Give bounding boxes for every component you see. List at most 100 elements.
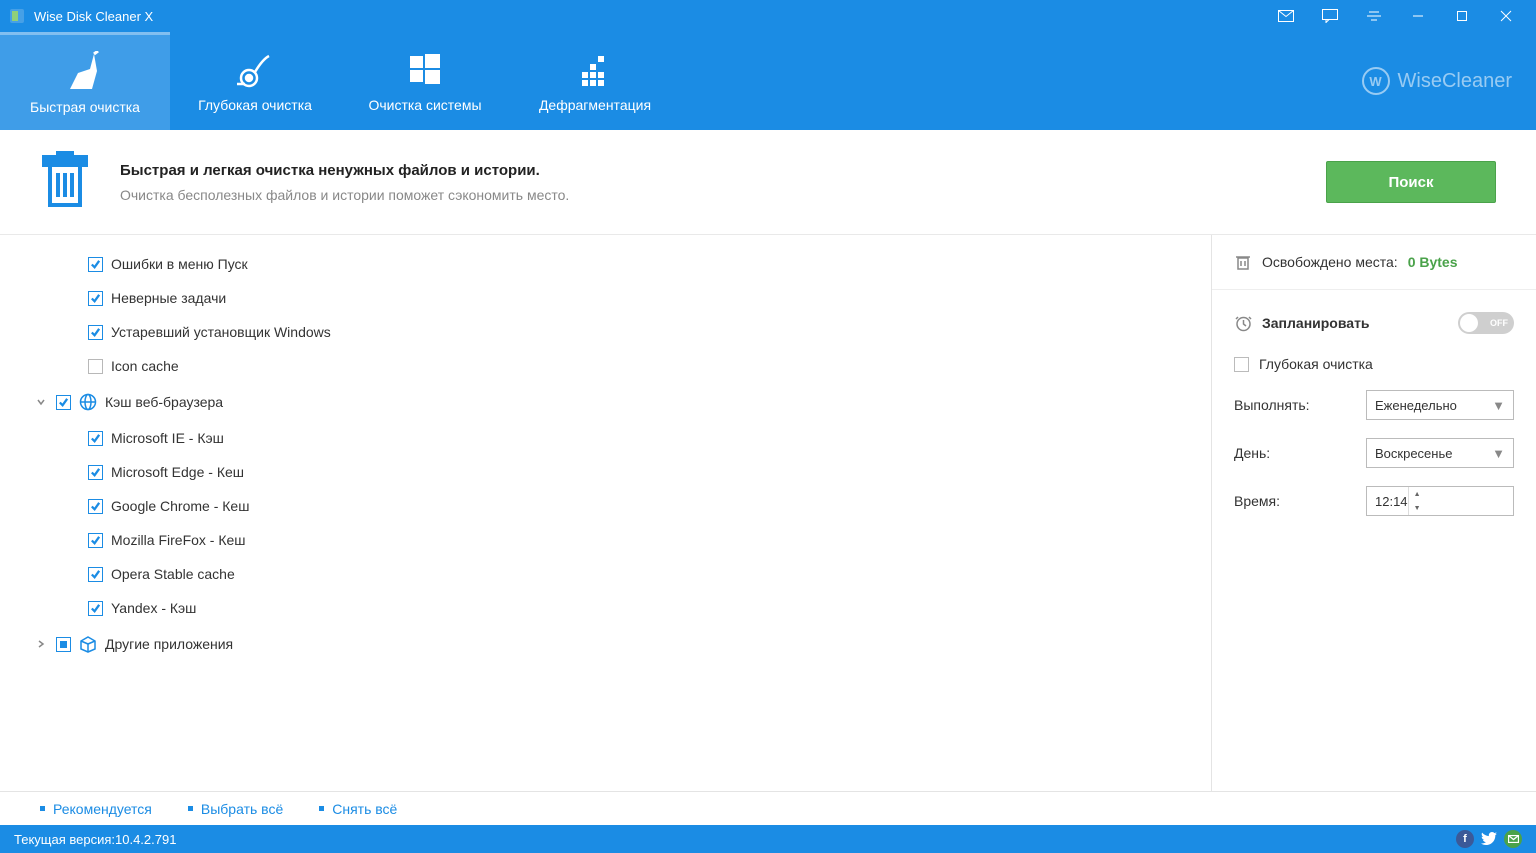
headline-subtitle: Очистка бесполезных файлов и истории пом… bbox=[120, 187, 1296, 203]
tree-item-label: Ошибки в меню Пуск bbox=[111, 256, 248, 272]
run-value: Еженедельно bbox=[1375, 398, 1457, 413]
maximize-button[interactable] bbox=[1440, 0, 1484, 32]
action-label: Выбрать всё bbox=[201, 801, 283, 817]
schedule-row: Запланировать OFF bbox=[1234, 312, 1514, 334]
tree-item-label: Icon cache bbox=[111, 358, 179, 374]
brand-text: WiseCleaner bbox=[1398, 70, 1512, 93]
tree-category-label: Кэш веб-браузера bbox=[105, 394, 223, 410]
minimize-button[interactable] bbox=[1396, 0, 1440, 32]
headline-title: Быстрая и легкая очистка ненужных файлов… bbox=[120, 162, 1296, 179]
email-icon[interactable] bbox=[1504, 830, 1522, 848]
tree-item[interactable]: Mozilla FireFox - Кеш bbox=[88, 523, 1191, 557]
tree-item[interactable]: Устаревший установщик Windows bbox=[88, 315, 1191, 349]
defrag-icon bbox=[578, 49, 612, 89]
run-row: Выполнять: Еженедельно ▼ bbox=[1234, 390, 1514, 420]
windows-icon bbox=[408, 49, 442, 89]
run-label: Выполнять: bbox=[1234, 397, 1366, 413]
tree-category-label: Другие приложения bbox=[105, 636, 233, 652]
tree-item-label: Неверные задачи bbox=[111, 290, 226, 306]
schedule-label: Запланировать bbox=[1262, 315, 1370, 331]
deep-clean-row[interactable]: Глубокая очистка bbox=[1234, 356, 1514, 372]
checkbox[interactable] bbox=[88, 359, 103, 374]
tree-category-browser[interactable]: Кэш веб-браузера bbox=[34, 383, 1191, 421]
tree-item[interactable]: Yandex - Кэш bbox=[88, 591, 1191, 625]
checkbox-mixed[interactable] bbox=[56, 637, 71, 652]
tree-category-other[interactable]: Другие приложения bbox=[34, 625, 1191, 663]
spin-up-icon[interactable]: ▲ bbox=[1409, 487, 1426, 501]
freed-row: Освобождено места: 0 Bytes bbox=[1234, 253, 1514, 271]
mail-icon[interactable] bbox=[1264, 0, 1308, 32]
checkbox[interactable] bbox=[88, 533, 103, 548]
tab-defrag[interactable]: Дефрагментация bbox=[510, 32, 680, 130]
checkbox[interactable] bbox=[88, 257, 103, 272]
close-button[interactable] bbox=[1484, 0, 1528, 32]
day-select[interactable]: Воскресенье ▼ bbox=[1366, 438, 1514, 468]
chevron-down-icon[interactable] bbox=[34, 397, 48, 407]
day-value: Воскресенье bbox=[1375, 446, 1452, 461]
search-button[interactable]: Поиск bbox=[1326, 161, 1496, 203]
caret-down-icon: ▼ bbox=[1492, 446, 1505, 461]
checkbox[interactable] bbox=[88, 465, 103, 480]
toggle-knob bbox=[1460, 314, 1478, 332]
brand-icon: W bbox=[1362, 67, 1390, 95]
checkbox[interactable] bbox=[88, 567, 103, 582]
action-label: Снять всё bbox=[332, 801, 397, 817]
brand-logo[interactable]: W WiseCleaner bbox=[1362, 32, 1524, 130]
tree-item[interactable]: Microsoft Edge - Кеш bbox=[88, 455, 1191, 489]
clock-icon bbox=[1234, 315, 1252, 332]
checkbox[interactable] bbox=[88, 499, 103, 514]
status-bar: Текущая версия: 10.4.2.791 f bbox=[0, 825, 1536, 853]
spin-down-icon[interactable]: ▼ bbox=[1409, 501, 1426, 515]
globe-icon bbox=[79, 393, 97, 411]
version-value: 10.4.2.791 bbox=[115, 832, 176, 847]
tree-item-label: Microsoft IE - Кэш bbox=[111, 430, 224, 446]
tree-item[interactable]: Opera Stable cache bbox=[88, 557, 1191, 591]
tree-item-label: Microsoft Edge - Кеш bbox=[111, 464, 244, 480]
app-title: Wise Disk Cleaner X bbox=[34, 9, 153, 24]
action-recommended[interactable]: Рекомендуется bbox=[40, 801, 152, 817]
title-bar: Wise Disk Cleaner X bbox=[0, 0, 1536, 32]
trash-icon bbox=[40, 151, 90, 214]
checkbox[interactable] bbox=[56, 395, 71, 410]
checkbox[interactable] bbox=[88, 601, 103, 616]
checkbox[interactable] bbox=[88, 325, 103, 340]
menu-icon[interactable] bbox=[1352, 0, 1396, 32]
bottom-actions: Рекомендуется Выбрать всё Снять всё bbox=[0, 791, 1536, 825]
tree-item[interactable]: Microsoft IE - Кэш bbox=[88, 421, 1191, 455]
facebook-icon[interactable]: f bbox=[1456, 830, 1474, 848]
social-links: f bbox=[1456, 830, 1522, 848]
day-label: День: bbox=[1234, 445, 1366, 461]
tab-deep-clean[interactable]: Глубокая очистка bbox=[170, 32, 340, 130]
main-area: Ошибки в меню Пуск Неверные задачи Устар… bbox=[0, 235, 1536, 791]
tree-item[interactable]: Неверные задачи bbox=[88, 281, 1191, 315]
chevron-right-icon[interactable] bbox=[34, 639, 48, 649]
action-deselect-all[interactable]: Снять всё bbox=[319, 801, 397, 817]
run-select[interactable]: Еженедельно ▼ bbox=[1366, 390, 1514, 420]
tab-quick-clean[interactable]: Быстрая очистка bbox=[0, 32, 170, 130]
headline-area: Быстрая и легкая очистка ненужных файлов… bbox=[0, 130, 1536, 235]
schedule-toggle[interactable]: OFF bbox=[1458, 312, 1514, 334]
checkbox[interactable] bbox=[88, 431, 103, 446]
tab-label: Дефрагментация bbox=[539, 97, 651, 113]
twitter-icon[interactable] bbox=[1480, 830, 1498, 848]
checkbox[interactable] bbox=[88, 291, 103, 306]
tree-item[interactable]: Ошибки в меню Пуск bbox=[88, 247, 1191, 281]
box-icon bbox=[79, 635, 97, 653]
tab-label: Очистка системы bbox=[368, 97, 481, 113]
tab-system-clean[interactable]: Очистка системы bbox=[340, 32, 510, 130]
day-row: День: Воскресенье ▼ bbox=[1234, 438, 1514, 468]
tree-panel[interactable]: Ошибки в меню Пуск Неверные задачи Устар… bbox=[0, 235, 1212, 791]
tree-item[interactable]: Google Chrome - Кеш bbox=[88, 489, 1191, 523]
trash-small-icon bbox=[1234, 253, 1252, 271]
feedback-icon[interactable] bbox=[1308, 0, 1352, 32]
tab-label: Глубокая очистка bbox=[198, 97, 312, 113]
version-label: Текущая версия: bbox=[14, 832, 115, 847]
tree-item[interactable]: Icon cache bbox=[88, 349, 1191, 383]
toggle-text: OFF bbox=[1490, 318, 1508, 328]
caret-down-icon: ▼ bbox=[1492, 398, 1505, 413]
time-spinner[interactable]: 12:14 ▲ ▼ bbox=[1366, 486, 1514, 516]
tree-item-label: Opera Stable cache bbox=[111, 566, 235, 582]
checkbox[interactable] bbox=[1234, 357, 1249, 372]
action-select-all[interactable]: Выбрать всё bbox=[188, 801, 283, 817]
tree-item-label: Устаревший установщик Windows bbox=[111, 324, 331, 340]
